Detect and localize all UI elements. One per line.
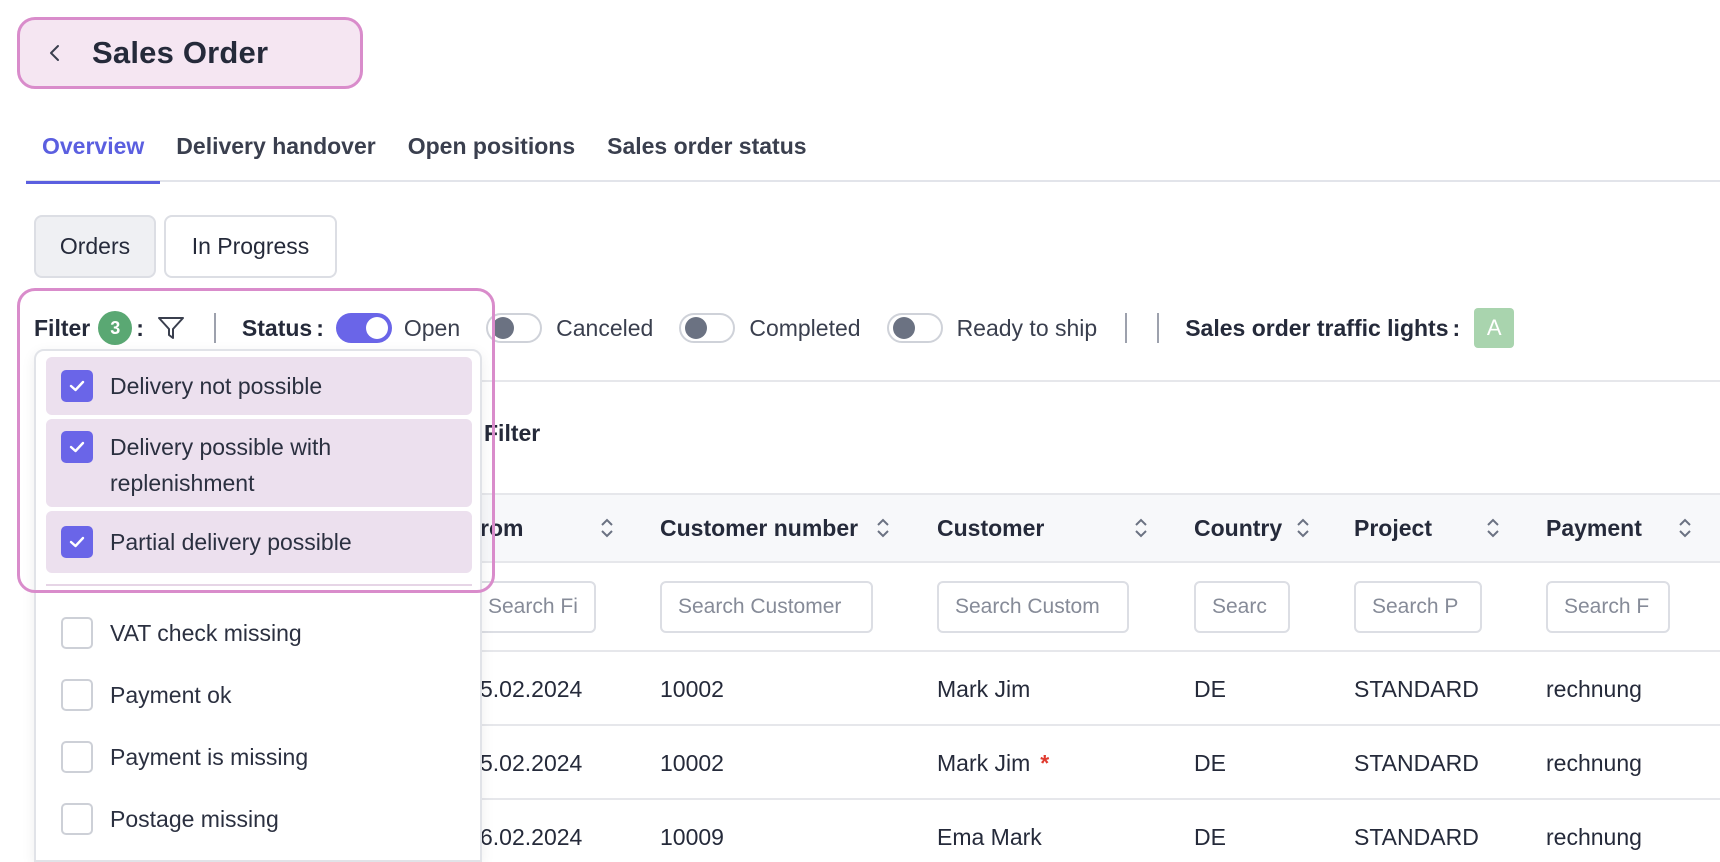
- toggle-completed[interactable]: [679, 313, 736, 343]
- filter-colon: :: [136, 314, 144, 341]
- column-header-customer[interactable]: Customer: [937, 495, 1044, 561]
- back-button[interactable]: [20, 20, 90, 86]
- orders-button[interactable]: Orders: [34, 215, 156, 278]
- search-project-input[interactable]: [1354, 581, 1482, 633]
- cell-country: DE: [1194, 675, 1226, 702]
- filter-bar: Filter 3 : Status : Open Canceled Comple…: [34, 304, 1515, 352]
- option-label: Payment ok: [110, 682, 232, 708]
- cell-customer-number: 10002: [660, 749, 724, 776]
- search-payment-input[interactable]: [1546, 581, 1670, 633]
- check-icon: [69, 441, 85, 453]
- option-label: Delivery not possible: [110, 373, 323, 399]
- toggle-ready-to-ship[interactable]: [886, 313, 943, 343]
- search-customer-input[interactable]: [937, 581, 1129, 633]
- filter-option-delivery-not-possible[interactable]: Delivery not possible: [46, 357, 472, 415]
- in-progress-button[interactable]: In Progress: [164, 215, 337, 278]
- filter-label: Filter: [34, 314, 91, 341]
- status-label: Status: [241, 314, 313, 341]
- sort-icon[interactable]: [1296, 517, 1310, 539]
- column-header-customer-number[interactable]: Customer number: [660, 495, 858, 561]
- tab-open-positions[interactable]: Open positions: [392, 110, 591, 182]
- tab-delivery-handover[interactable]: Delivery handover: [160, 110, 391, 182]
- cell-customer-number: 10009: [660, 823, 724, 850]
- sort-icon[interactable]: [876, 517, 890, 539]
- sort-icon[interactable]: [1486, 517, 1500, 539]
- checkbox[interactable]: [61, 617, 93, 649]
- table-filter-label: Filter: [484, 420, 541, 446]
- status-canceled-label: Canceled: [556, 314, 654, 341]
- required-asterisk: *: [1040, 749, 1050, 776]
- tab-bar: Overview Delivery handover Open position…: [26, 110, 1720, 184]
- cell-from: 6.02.2024: [480, 823, 583, 850]
- checkbox[interactable]: [61, 679, 93, 711]
- cell-from: 5.02.2024: [480, 675, 583, 702]
- checkbox[interactable]: [61, 526, 93, 558]
- search-customer-number-input[interactable]: [660, 581, 873, 633]
- filter-option-payment-ok[interactable]: Payment ok: [46, 667, 472, 723]
- divider: [1157, 313, 1160, 343]
- cell-customer: Mark Jim: [937, 675, 1031, 702]
- checkbox[interactable]: [61, 803, 93, 835]
- status-open-label: Open: [403, 314, 461, 341]
- divider: [46, 584, 472, 586]
- tab-sales-order-status[interactable]: Sales order status: [591, 110, 822, 182]
- option-label: VAT check missing: [110, 620, 302, 646]
- divider: [1125, 313, 1128, 343]
- filter-count-badge: 3: [98, 311, 133, 345]
- cell-payment: rechnung: [1546, 749, 1642, 776]
- search-country-input[interactable]: [1194, 581, 1290, 633]
- filter-option-postage-missing[interactable]: Postage missing: [46, 791, 472, 847]
- column-header-from[interactable]: rom: [480, 495, 523, 561]
- checkbox[interactable]: [61, 431, 93, 463]
- funnel-icon[interactable]: [156, 313, 186, 343]
- filter-option-delivery-possible-with-replenishment[interactable]: Delivery possible with replenishment: [46, 419, 472, 507]
- status-colon: :: [316, 314, 324, 341]
- filter-option-vat-check-missing[interactable]: VAT check missing: [46, 605, 472, 661]
- sort-icon[interactable]: [600, 517, 614, 539]
- column-header-project[interactable]: Project: [1354, 495, 1432, 561]
- option-label: Postage missing: [110, 806, 279, 832]
- checkbox[interactable]: [61, 370, 93, 402]
- tab-overview[interactable]: Overview: [26, 110, 161, 184]
- toggle-open[interactable]: [335, 313, 392, 343]
- cell-from: 5.02.2024: [480, 749, 583, 776]
- column-header-payment[interactable]: Payment: [1546, 495, 1642, 561]
- traffic-light-badge[interactable]: A: [1474, 308, 1515, 348]
- status-ready-to-ship-label: Ready to ship: [956, 314, 1098, 341]
- search-from-input[interactable]: [470, 581, 596, 633]
- option-label: Payment is missing: [110, 744, 309, 770]
- cell-country: DE: [1194, 823, 1226, 850]
- cell-project: STANDARD: [1354, 675, 1479, 702]
- sort-icon[interactable]: [1134, 517, 1148, 539]
- traffic-lights-colon: :: [1452, 314, 1461, 341]
- column-header-country[interactable]: Country: [1194, 495, 1282, 561]
- toggle-canceled[interactable]: [486, 313, 543, 343]
- sort-icon[interactable]: [1678, 517, 1692, 539]
- status-completed-label: Completed: [749, 314, 861, 341]
- checkbox[interactable]: [61, 741, 93, 773]
- cell-payment: rechnung: [1546, 823, 1642, 850]
- check-icon: [69, 536, 85, 548]
- traffic-lights-label: Sales order traffic lights: [1185, 314, 1449, 341]
- option-label: Partial delivery possible: [110, 529, 352, 555]
- cell-payment: rechnung: [1546, 675, 1642, 702]
- cell-customer-number: 10002: [660, 675, 724, 702]
- cell-project: STANDARD: [1354, 749, 1479, 776]
- filter-option-payment-is-missing[interactable]: Payment is missing: [46, 729, 472, 785]
- page-header: Sales Order: [17, 17, 363, 89]
- chevron-left-icon: [50, 45, 59, 61]
- filter-dropdown: Delivery not possible Delivery possible …: [34, 349, 482, 862]
- check-icon: [69, 380, 85, 392]
- option-label: Delivery possible with replenishment: [110, 434, 332, 496]
- page-title: Sales Order: [92, 35, 269, 70]
- cell-customer: Mark Jim *: [937, 749, 1050, 776]
- cell-country: DE: [1194, 749, 1226, 776]
- filter-option-partial-delivery-possible[interactable]: Partial delivery possible: [46, 511, 472, 573]
- cell-customer: Ema Mark: [937, 823, 1042, 850]
- divider: [213, 313, 216, 343]
- cell-project: STANDARD: [1354, 823, 1479, 850]
